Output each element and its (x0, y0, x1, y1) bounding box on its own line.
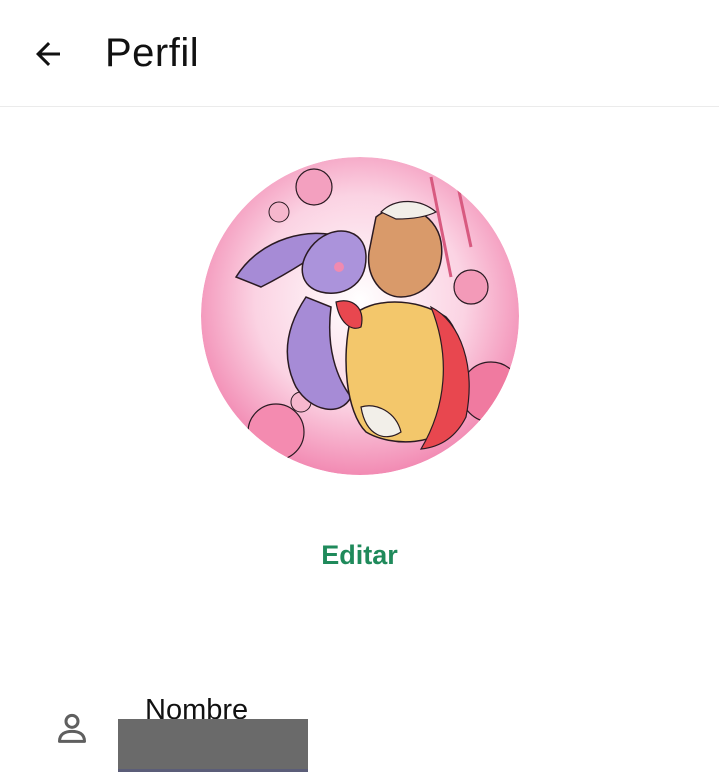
person-icon (58, 713, 86, 743)
page-title: Perfil (105, 31, 200, 75)
redacted-name-value (118, 719, 308, 769)
top-app-bar: Perfil (0, 0, 719, 107)
back-button[interactable] (20, 26, 76, 82)
profile-screen: Perfil Editar Nombre (0, 0, 719, 780)
profile-photo[interactable] (201, 157, 519, 475)
profile-photo-image (201, 157, 519, 475)
arrow-back-icon (36, 42, 60, 66)
edit-photo-link[interactable]: Editar (0, 540, 719, 571)
name-field-row[interactable]: Nombre (0, 680, 719, 780)
